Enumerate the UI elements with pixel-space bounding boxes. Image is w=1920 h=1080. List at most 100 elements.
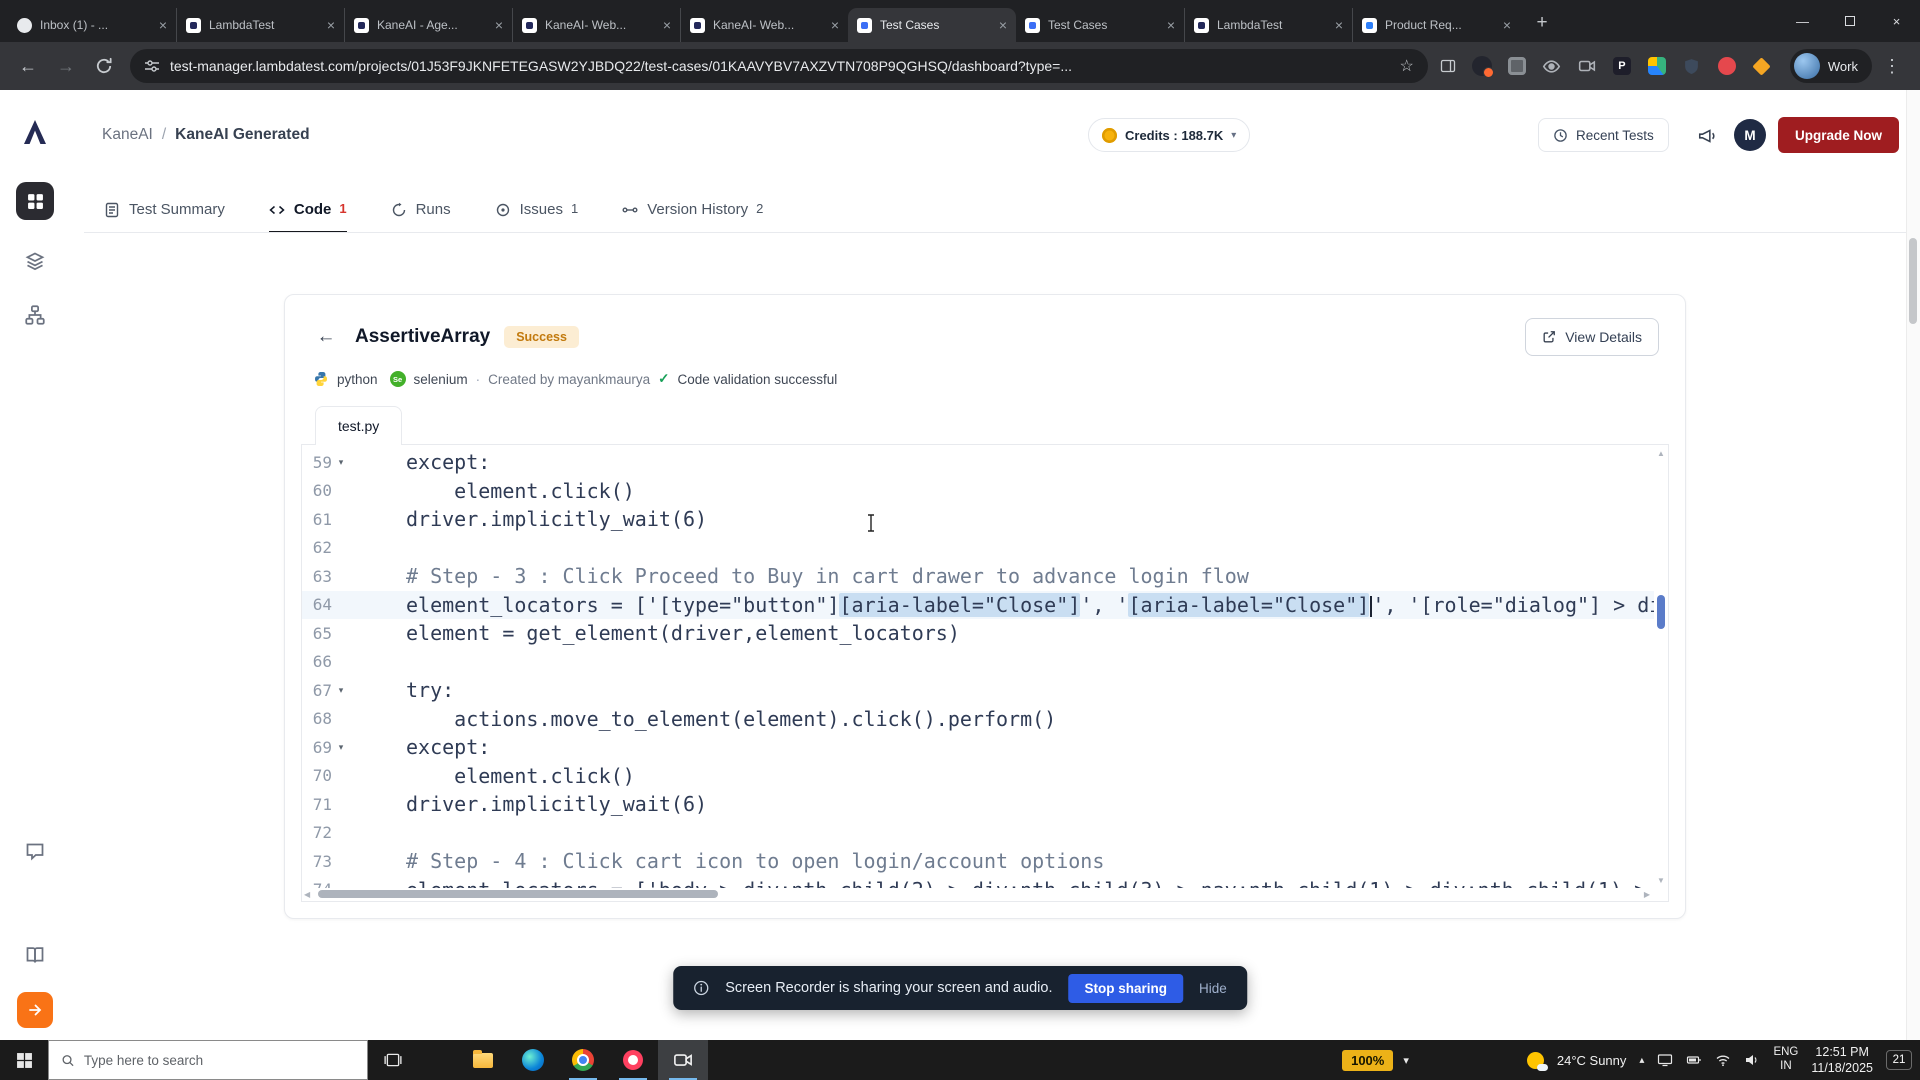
- lambdatest-logo[interactable]: [17, 114, 53, 150]
- browser-tab[interactable]: Test Cases ×: [1016, 8, 1184, 42]
- tab-close-icon[interactable]: ×: [663, 18, 671, 32]
- editor-horizontal-scrollbar[interactable]: ◀ ▶: [304, 889, 1650, 900]
- forward-button[interactable]: →: [48, 48, 84, 84]
- recent-tests-button[interactable]: Recent Tests: [1538, 118, 1669, 152]
- upgrade-button[interactable]: Upgrade Now: [1778, 117, 1900, 153]
- tab-test-summary[interactable]: Test Summary: [104, 186, 225, 233]
- code-line[interactable]: 66: [302, 648, 1654, 677]
- file-explorer-button[interactable]: [458, 1040, 508, 1080]
- new-tab-button[interactable]: +: [1528, 9, 1556, 37]
- code-line[interactable]: 61 driver.implicitly_wait(6): [302, 505, 1654, 534]
- fold-chevron-icon[interactable]: ▾: [332, 685, 350, 696]
- v-scroll-thumb[interactable]: [1657, 595, 1665, 629]
- reload-button[interactable]: [86, 48, 122, 84]
- credits-pill[interactable]: Credits : 188.7K ▾: [1088, 118, 1251, 152]
- code-line[interactable]: 65 element = get_element(driver,element_l…: [302, 619, 1654, 648]
- scroll-up-icon[interactable]: ▲: [1654, 449, 1668, 458]
- volume-tray-icon[interactable]: [1744, 1052, 1760, 1068]
- browser-tab[interactable]: KaneAI- Web... ×: [512, 8, 680, 42]
- browser-menu-button[interactable]: ⋮: [1874, 48, 1910, 84]
- docs-button[interactable]: [16, 936, 54, 974]
- back-arrow-button[interactable]: ←: [311, 322, 341, 352]
- close-button[interactable]: ×: [1873, 0, 1920, 42]
- code-line[interactable]: 67 ▾ try:: [302, 676, 1654, 705]
- browser-tab[interactable]: Inbox (1) - ... ×: [8, 8, 176, 42]
- weather-label[interactable]: 24°C Sunny: [1557, 1053, 1627, 1068]
- search-input[interactable]: [83, 1052, 355, 1068]
- sidebar-item-hierarchy[interactable]: [16, 296, 54, 334]
- colorful-extension-icon[interactable]: [1645, 54, 1669, 78]
- profile-chip[interactable]: Work: [1789, 49, 1872, 83]
- clock[interactable]: 12:51 PM 11/18/2025: [1811, 1044, 1873, 1077]
- tab-code[interactable]: Code 1: [268, 186, 347, 233]
- fold-chevron-icon[interactable]: ▾: [332, 742, 350, 753]
- recorder-dock-icon[interactable]: ▾: [1403, 1054, 1409, 1067]
- tab-close-icon[interactable]: ×: [327, 18, 335, 32]
- browser-tab[interactable]: KaneAI - Age... ×: [344, 8, 512, 42]
- eye-extension-icon[interactable]: [1540, 54, 1564, 78]
- tab-close-icon[interactable]: ×: [1335, 18, 1343, 32]
- expand-sidebar-button[interactable]: [17, 992, 53, 1028]
- weather-icon[interactable]: [1526, 1051, 1548, 1071]
- bookmark-star-icon[interactable]: ☆: [1400, 56, 1414, 76]
- browser-tab[interactable]: KaneAI- Web... ×: [680, 8, 848, 42]
- display-tray-icon[interactable]: [1657, 1052, 1673, 1068]
- edge-button[interactable]: [508, 1040, 558, 1080]
- tab-close-icon[interactable]: ×: [999, 18, 1007, 32]
- side-panel-icon[interactable]: [1436, 54, 1460, 78]
- scroll-left-icon[interactable]: ◀: [304, 890, 310, 899]
- h-scroll-thumb[interactable]: [318, 890, 718, 898]
- orange-extension-icon[interactable]: [1750, 54, 1774, 78]
- camera-extension-icon[interactable]: [1575, 54, 1599, 78]
- site-settings-icon[interactable]: [144, 58, 160, 74]
- page-scrollbar-thumb[interactable]: [1909, 238, 1917, 324]
- camera-app-button[interactable]: [658, 1040, 708, 1080]
- chrome-button[interactable]: [558, 1040, 608, 1080]
- view-details-button[interactable]: View Details: [1525, 318, 1659, 356]
- maximize-button[interactable]: [1826, 0, 1873, 42]
- code-line[interactable]: 74 element_locators = ['body > div:nth-ch…: [302, 876, 1654, 888]
- tab-version-history[interactable]: Version History 2: [622, 186, 763, 233]
- browser-tab[interactable]: LambdaTest ×: [1184, 8, 1352, 42]
- code-line[interactable]: 68 actions.move_to_element(element).clic…: [302, 705, 1654, 734]
- code-line[interactable]: 73 # Step - 4 : Click cart icon to open l…: [302, 847, 1654, 876]
- scroll-right-icon[interactable]: ▶: [1644, 890, 1650, 899]
- battery-tray-icon[interactable]: [1686, 1052, 1702, 1068]
- browser-tab[interactable]: Test Cases ×: [848, 8, 1016, 42]
- stop-sharing-button[interactable]: Stop sharing: [1068, 973, 1183, 1003]
- code-line[interactable]: 70 element.click(): [302, 762, 1654, 791]
- tab-issues[interactable]: Issues 1: [495, 186, 578, 233]
- shield-extension-icon[interactable]: [1680, 54, 1704, 78]
- tab-close-icon[interactable]: ×: [831, 18, 839, 32]
- hidden-icons-chevron[interactable]: ▴: [1639, 1055, 1644, 1066]
- code-editor[interactable]: 59 ▾ except: 60 element.click() 61 driver.imp…: [301, 444, 1669, 902]
- code-line[interactable]: 71 driver.implicitly_wait(6): [302, 790, 1654, 819]
- code-line[interactable]: 69 ▾ except:: [302, 733, 1654, 762]
- back-button[interactable]: ←: [10, 48, 46, 84]
- task-view-button[interactable]: [368, 1040, 418, 1080]
- url-bar[interactable]: test-manager.lambdatest.com/projects/01J…: [130, 49, 1428, 83]
- user-avatar[interactable]: M: [1734, 119, 1766, 151]
- code-line[interactable]: 59 ▾ except:: [302, 448, 1654, 477]
- code-line[interactable]: 63 # Step - 3 : Click Proceed to Buy in c…: [302, 562, 1654, 591]
- code-line[interactable]: 62: [302, 534, 1654, 563]
- tab-runs[interactable]: Runs: [391, 186, 451, 233]
- tab-close-icon[interactable]: ×: [1167, 18, 1175, 32]
- start-button[interactable]: [0, 1040, 48, 1080]
- taskbar-search[interactable]: [48, 1040, 368, 1080]
- tab-close-icon[interactable]: ×: [1503, 18, 1511, 32]
- password-manager-icon[interactable]: P: [1610, 54, 1634, 78]
- sidebar-item-dashboard[interactable]: [16, 182, 54, 220]
- sidebar-item-layers[interactable]: [16, 242, 54, 280]
- page-scrollbar[interactable]: [1906, 90, 1920, 1040]
- browser-tab[interactable]: Product Req... ×: [1352, 8, 1520, 42]
- wifi-tray-icon[interactable]: [1715, 1052, 1731, 1068]
- code-line[interactable]: 60 element.click(): [302, 477, 1654, 506]
- screen-recorder-button[interactable]: [608, 1040, 658, 1080]
- hide-link[interactable]: Hide: [1199, 981, 1227, 996]
- language-indicator[interactable]: ENG IN: [1773, 1046, 1798, 1074]
- notification-badge[interactable]: 21: [1886, 1050, 1912, 1070]
- editor-vertical-scrollbar[interactable]: ▲ ▼: [1654, 445, 1668, 901]
- screen-recorder-extension-icon[interactable]: [1470, 54, 1494, 78]
- file-tab-testpy[interactable]: test.py: [315, 406, 403, 445]
